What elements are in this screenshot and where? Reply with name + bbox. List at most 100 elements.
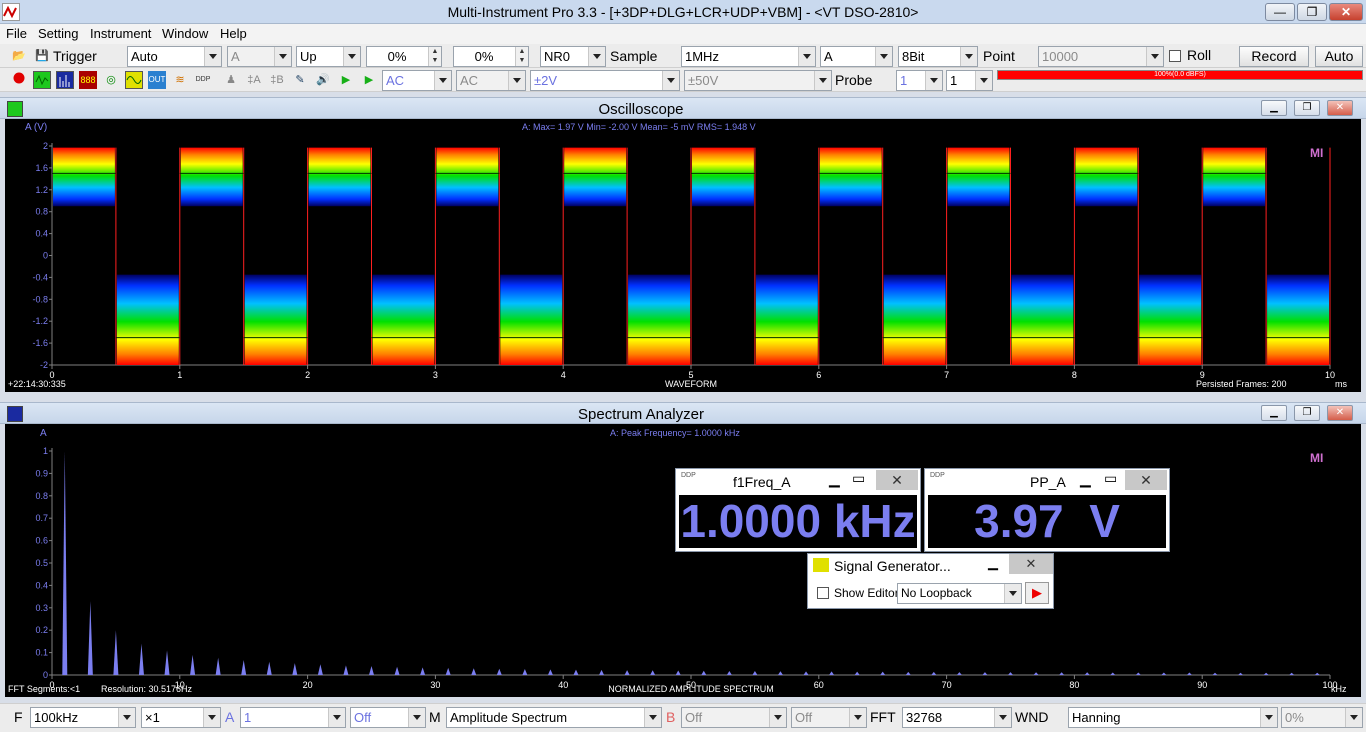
oscilloscope-restore-button[interactable]: ❐ (1294, 100, 1320, 116)
record-dot-icon[interactable] (10, 71, 28, 89)
point-select[interactable]: 10000 (1038, 46, 1164, 67)
freq-meter-window[interactable]: DDP f1Freq_A ▁ ▭ ✕ 1.0000 kHz (675, 468, 921, 552)
signal-generator-minimize-icon[interactable]: ▁ (988, 555, 998, 571)
trigger-channel-select[interactable]: A (227, 46, 292, 67)
menu-file[interactable]: File (6, 26, 27, 41)
channel-select[interactable]: A (820, 46, 893, 67)
cursor-a-icon[interactable]: ‡A (245, 71, 263, 89)
spectrum-bar (726, 670, 732, 675)
open-folder-icon[interactable]: 📂 (10, 47, 28, 65)
zoom-select[interactable]: ×1 (141, 707, 221, 728)
coupling-b-value: AC (460, 73, 479, 88)
spectrum-bar (599, 669, 605, 675)
window-function-select[interactable]: Hanning (1068, 707, 1278, 728)
m-value: Amplitude Spectrum (450, 710, 568, 725)
menu-setting[interactable]: Setting (38, 26, 78, 41)
out-icon[interactable]: OUT (148, 71, 166, 89)
menu-instrument[interactable]: Instrument (90, 26, 151, 41)
play-signal-button[interactable]: ▶ (1025, 582, 1049, 604)
pp-meter-minimize-icon[interactable]: ▁ (1080, 471, 1091, 488)
bits-select[interactable]: 8Bit (898, 46, 978, 67)
roll-checkbox[interactable] (1169, 50, 1181, 62)
device-icon[interactable]: ♟ (222, 71, 240, 89)
sample-rate-select[interactable]: 1MHz (681, 46, 816, 67)
pp-meter-restore-icon[interactable]: ▭ (1104, 470, 1117, 487)
ddp-icon[interactable]: DDP (194, 71, 212, 89)
wnd-label: WND (1015, 709, 1049, 725)
record-button[interactable]: Record (1239, 46, 1309, 67)
phase-icon[interactable]: ◎ (102, 71, 120, 89)
spectrum-icon[interactable] (56, 71, 74, 89)
y-axis-label: A (40, 428, 47, 439)
a-mode-select[interactable]: Off (350, 707, 426, 728)
auto-button[interactable]: Auto (1315, 46, 1363, 67)
loopback-select[interactable]: No Loopback (897, 583, 1022, 604)
b-mode-select[interactable]: Off (791, 707, 867, 728)
minimize-button[interactable]: — (1265, 3, 1295, 21)
oscilloscope-plot[interactable]: A (V) A: Max= 1.97 V Min= -2.00 V Mean= -… (5, 119, 1361, 392)
play-icon[interactable]: ▶ (337, 71, 355, 89)
filter-select[interactable]: NR0 (540, 46, 606, 67)
pp-meter-window[interactable]: DDP PP_A ▁ ▭ ✕ 3.97 V (924, 468, 1170, 552)
oscilloscope-chart[interactable]: A (V) A: Max= 1.97 V Min= -2.00 V Mean= -… (5, 119, 1361, 392)
probe-a-select[interactable]: 1 (896, 70, 943, 91)
multi-wave-icon[interactable]: ≋ (171, 71, 189, 89)
oscilloscope-icon[interactable] (33, 71, 51, 89)
oscilloscope-title: Oscilloscope (598, 101, 684, 118)
probe-tool-icon[interactable]: ✎ (291, 71, 309, 89)
y-tick-label: 0.4 (35, 229, 48, 239)
freq-meter-restore-icon[interactable]: ▭ (852, 470, 865, 487)
range-b-select[interactable]: ±50V (684, 70, 832, 91)
speaker-icon[interactable]: 🔊 (314, 71, 332, 89)
freq-meter-close-icon[interactable]: ✕ (876, 470, 918, 490)
spectrum-bar (624, 670, 630, 675)
overlap-select[interactable]: 0% (1281, 707, 1363, 728)
show-editor-checkbox[interactable] (817, 587, 829, 599)
cursor-b-icon[interactable]: ‡B (268, 71, 286, 89)
probe-b-select[interactable]: 1 (946, 70, 993, 91)
trigger-edge-select[interactable]: Up (296, 46, 361, 67)
stepper-arrows-icon[interactable]: ▲ ▼ (428, 47, 441, 66)
f-range-select[interactable]: 100kHz (30, 707, 136, 728)
spectrum-chart[interactable]: A A: Peak Frequency= 1.0000 kHz MI 1 0.9 0.8 0… (5, 424, 1361, 697)
spectrum-restore-button[interactable]: ❐ (1294, 405, 1320, 421)
trigger-level-stepper[interactable]: 0% ▲ ▼ (366, 46, 442, 67)
close-button[interactable]: ✕ (1329, 3, 1363, 21)
pp-meter-close-icon[interactable]: ✕ (1125, 470, 1167, 490)
spectrum-close-button[interactable]: ✕ (1327, 405, 1353, 421)
save-disk-icon[interactable]: 💾 (33, 47, 51, 65)
spectrum-minimize-button[interactable]: ▁ (1261, 405, 1287, 421)
m-select[interactable]: Amplitude Spectrum (446, 707, 662, 728)
step-play-icon[interactable]: ▶ (360, 71, 378, 89)
multimeter-icon[interactable]: 888 (79, 71, 97, 89)
trigger-mode-select[interactable]: Auto (127, 46, 222, 67)
coupling-a-select[interactable]: AC (382, 70, 452, 91)
signal-generator-icon[interactable] (125, 71, 143, 89)
trigger-delay-stepper[interactable]: 0% ▲ ▼ (453, 46, 529, 67)
title-bar: Multi-Instrument Pro 3.3 - [+3DP+DLG+LCR… (0, 0, 1366, 24)
spectrum-bar (1314, 672, 1320, 675)
spectrum-bar (445, 667, 451, 675)
fft-size-select[interactable]: 32768 (902, 707, 1012, 728)
range-a-select[interactable]: ±2V (530, 70, 680, 91)
signal-generator-close-icon[interactable]: ✕ (1009, 554, 1053, 574)
a-value-select[interactable]: 1 (240, 707, 346, 728)
spectrum-bar (1135, 672, 1141, 675)
signal-generator-window[interactable]: Signal Generator... ▁ ✕ Show Editor No L… (807, 553, 1054, 609)
oscilloscope-close-button[interactable]: ✕ (1327, 100, 1353, 116)
spectrum-bar (650, 670, 656, 675)
freq-meter-minimize-icon[interactable]: ▁ (829, 471, 840, 488)
input-level-meter: 100%(0.0 dBFS) (997, 70, 1363, 80)
spectrum-plot[interactable]: A A: Peak Frequency= 1.0000 kHz MI 1 0.9 0.8 0… (5, 424, 1361, 697)
coupling-b-select[interactable]: AC (456, 70, 526, 91)
x-tick-label: 90 (1197, 680, 1207, 690)
ddp-icon: DDP (681, 472, 696, 479)
stepper-arrows-icon[interactable]: ▲ ▼ (515, 47, 528, 66)
oscilloscope-minimize-button[interactable]: ▁ (1261, 100, 1287, 116)
menu-help[interactable]: Help (220, 26, 247, 41)
b-value-select[interactable]: Off (681, 707, 787, 728)
spectrum-bar (1289, 672, 1295, 675)
restore-button[interactable]: ❐ (1297, 3, 1327, 21)
spectrum-bar (215, 657, 221, 675)
menu-window[interactable]: Window (162, 26, 208, 41)
